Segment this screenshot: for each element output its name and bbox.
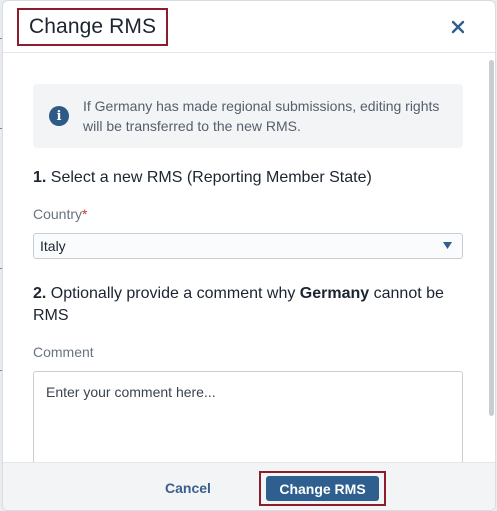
scrollbar-thumb[interactable] [489,60,494,416]
scrollbar[interactable] [489,54,495,462]
country-select[interactable]: Italy [33,233,463,259]
step-2-text-before: Optionally provide a comment why [46,285,300,302]
step-2-number: 2. [33,285,47,302]
country-label: Country* [33,206,87,222]
title-highlight: Change RMS [17,8,169,46]
info-icon: i [49,106,69,126]
comment-textarea[interactable]: Enter your comment here... [33,371,463,462]
step-2-heading: 2. Optionally provide a comment why Germ… [33,283,473,327]
dialog-footer: Cancel Change RMS [3,462,495,510]
step-1-heading: 1. Select a new RMS (Reporting Member St… [33,167,473,189]
step-2-country: Germany [299,285,370,302]
comment-label: Comment [33,344,94,360]
country-label-text: Country [33,206,83,222]
dialog-header: Change RMS [3,1,495,53]
step-1-text: Select a new RMS (Reporting Member State… [46,169,372,186]
required-mark: * [82,206,88,222]
caret-down-icon [443,242,452,249]
close-button[interactable] [447,16,469,38]
info-text: If Germany has made regional submissions… [83,98,440,134]
step-1-number: 1. [33,169,47,186]
submit-highlight: Change RMS [259,471,386,506]
cancel-button[interactable]: Cancel [153,477,223,499]
info-notice: i If Germany has made regional submissio… [33,84,463,148]
dialog-body[interactable]: i If Germany has made regional submissio… [3,54,495,462]
close-icon [451,20,465,34]
change-rms-dialog: Change RMS i If Germany has made regiona… [2,0,496,511]
dialog-title: Change RMS [29,15,157,38]
country-select-value: Italy [40,238,66,254]
change-rms-button[interactable]: Change RMS [266,476,379,501]
